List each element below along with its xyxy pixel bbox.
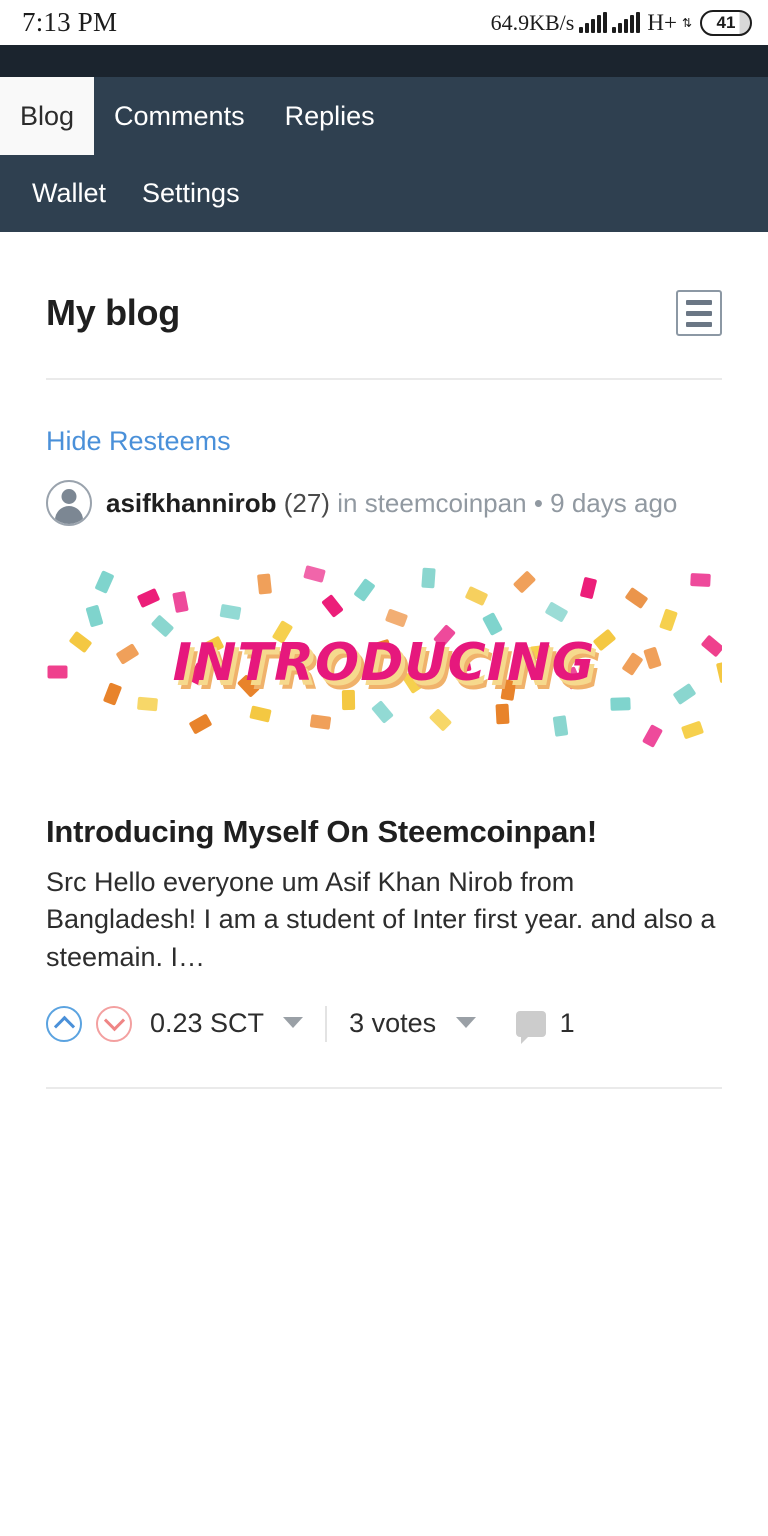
battery-level-label: 41 [716,12,736,32]
post-meta: asifkhannirob (27) in steemcoinpan • 9 d… [106,488,677,519]
post-age: 9 days ago [550,487,678,518]
status-bar-clock: 7:13 PM [22,7,118,37]
post-community[interactable]: steemcoinpan [365,488,527,518]
main-navigation: Blog Comments Replies Wallet Settings [0,77,768,232]
comment-count-button[interactable]: 1 [515,1008,575,1044]
header-divider [46,378,722,380]
nav-row-primary: Blog Comments Replies [0,77,768,155]
tab-settings-label: Settings [142,178,240,208]
network-speed-label: 64.9KB/s [490,9,575,35]
post-title[interactable]: Introducing Myself On Steemcoinpan! [46,814,722,850]
votes-label: 3 votes [349,1008,437,1039]
post-author-row: asifkhannirob (27) in steemcoinpan • 9 d… [46,480,722,526]
payout-value[interactable]: 0.23 SCT [150,1008,304,1039]
page-header: My blog [46,232,722,336]
upvote-button[interactable] [46,1005,82,1042]
tab-blog-label: Blog [20,100,75,131]
payout-label: 0.23 SCT [150,1008,264,1039]
post-community-prefix: in [337,487,358,518]
tab-replies-label: Replies [284,100,375,131]
tab-wallet-label: Wallet [32,178,107,208]
data-transfer-icon: ⇅ [681,15,692,30]
battery-icon: 41 [700,9,752,36]
tab-replies[interactable]: Replies [265,77,395,155]
page-title: My blog [46,292,180,333]
nav-row-secondary: Wallet Settings [0,155,768,232]
post-actions: 0.23 SCT 3 votes 1 [46,1005,722,1044]
votes-value[interactable]: 3 votes [349,1008,476,1039]
hide-resteems-link[interactable]: Hide Resteems [46,426,231,457]
comment-bubble-icon [515,1010,546,1044]
thumbnail-text: INTRODUCING [172,632,596,693]
signal-bars-icon [579,11,608,33]
hamburger-menu-icon[interactable] [676,290,722,336]
actions-separator [325,1005,328,1042]
tab-settings[interactable]: Settings [124,155,258,232]
status-bar: 7:13 PM 64.9KB/s H+ ⇅ 41 [0,0,768,45]
top-dark-strip [0,45,768,77]
signal-bars-secondary-icon [612,11,641,33]
downvote-button[interactable] [96,1005,132,1042]
post-thumbnail[interactable]: INTRODUCING [46,544,722,784]
post-author-reputation: (27) [283,487,330,518]
app-root: 7:13 PM 64.9KB/s H+ ⇅ 41 Blog Comments R… [0,0,768,1536]
post-excerpt: Src Hello everyone um Asif Khan Nirob fr… [46,867,716,972]
post-author-name[interactable]: asifkhannirob [106,488,276,518]
network-type-label: H+ [647,9,677,35]
status-bar-indicators: 64.9KB/s H+ ⇅ 41 [490,9,752,36]
chevron-down-icon[interactable] [283,1017,304,1029]
tab-blog[interactable]: Blog [0,77,95,155]
tab-wallet[interactable]: Wallet [14,155,124,232]
votes-chevron-down-icon[interactable] [455,1017,476,1029]
tab-comments[interactable]: Comments [94,77,265,155]
post-bottom-divider [46,1086,722,1089]
page-content: My blog Hide Resteems asifkhannirob (27)… [0,232,768,1089]
tab-comments-label: Comments [114,100,245,131]
meta-separator: • [533,487,543,518]
avatar[interactable] [46,480,92,526]
comment-count-label: 1 [559,1008,575,1039]
